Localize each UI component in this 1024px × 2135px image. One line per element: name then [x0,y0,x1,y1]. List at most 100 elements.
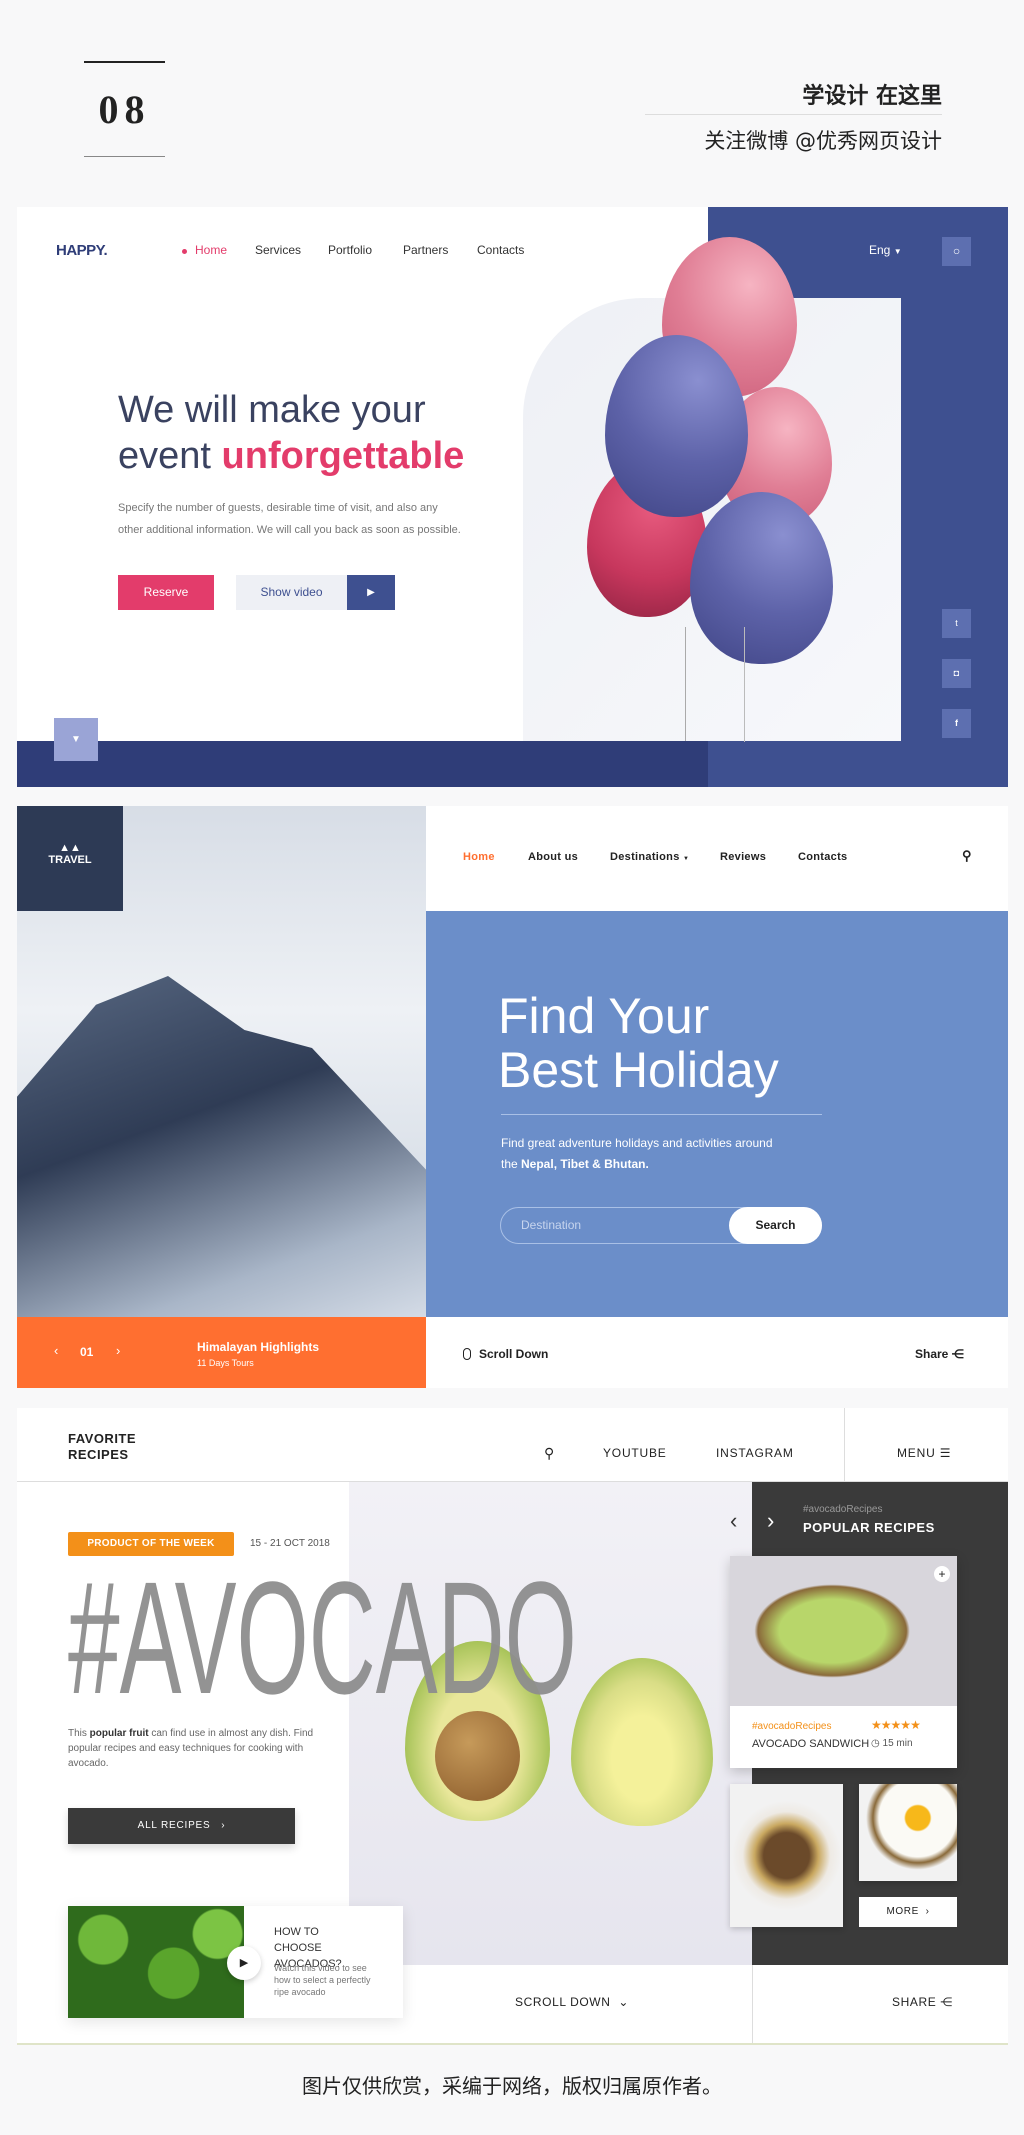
recipe-thumbnail-bowl[interactable] [730,1784,843,1927]
panel-title: POPULAR RECIPES [803,1520,935,1535]
slide-bar: ‹ 01 › Himalayan Highlights 11 Days Tour… [17,1317,426,1388]
more-button[interactable]: MORE › [859,1897,957,1927]
twitter-button[interactable]: t [942,609,971,638]
footer-note: 图片仅供欣赏，采编于网络，版权归属原作者。 [302,2074,722,2098]
nav-destinations-label: Destinations [610,851,680,863]
card-time: ◷ 15 min [871,1738,913,1749]
play-video-button[interactable]: ▶ [227,1946,261,1980]
video-text: Watch this video to see how to select a … [274,1963,371,1997]
product-badge: PRODUCT OF THE WEEK [68,1532,234,1556]
description-line1: Specify the number of guests, desirable … [118,502,438,514]
header-line-top [84,61,165,63]
logo: HAPPY. [56,242,108,259]
star-icon: ★ [910,1718,921,1732]
happy-event-page: ▼ HAPPY. Home Services Portfolio Partner… [17,207,1008,787]
card-tag: #avocadoRecipes [752,1721,832,1732]
more-label: MORE [886,1906,919,1917]
search-icon[interactable]: ⚲ [962,848,972,864]
description-bold: popular fruit [89,1728,149,1739]
share-button[interactable]: Share ⋲ [915,1347,964,1361]
scroll-down-label: Scroll Down [479,1347,549,1361]
next-arrow-icon[interactable]: › [116,1343,120,1358]
header-line-bottom [84,156,165,157]
chevron-down-icon: ▼ [893,247,902,256]
recipe-thumbnail-egg[interactable] [859,1784,957,1881]
nav-instagram[interactable]: INSTAGRAM [716,1446,794,1460]
logo-line1: FAVORITE [68,1431,137,1446]
mountain-logo-icon: ▲▲ [59,842,81,854]
play-icon: ▶ [367,587,375,598]
star-icon: ★ [880,1718,892,1732]
prev-arrow-icon[interactable]: ‹ [54,1343,58,1358]
prev-arrow-icon[interactable]: ‹ [730,1508,737,1534]
nav-contacts[interactable]: Contacts [477,243,524,257]
card-title: AVOCADO SANDWICH [752,1738,870,1750]
issue-number: 08 [98,87,151,132]
share-label: SHARE [892,1995,937,2009]
scroll-down-button[interactable]: ▼ [54,718,98,761]
nav-destinations[interactable]: Destinations ▼ [610,851,689,863]
slide-title[interactable]: Himalayan Highlights [197,1340,319,1354]
nav-services[interactable]: Services [255,243,301,257]
travel-page: ▲▲ TRAVEL Home About us Destinations ▼ R… [17,806,1008,1388]
play-button[interactable]: ▶ [347,575,395,610]
nav-partners[interactable]: Partners [403,243,448,257]
slogan-divider [645,114,942,115]
hero-description: Find great adventure holidays and activi… [501,1133,773,1175]
description-bold: Nepal, Tibet & Bhutan. [521,1157,649,1171]
hero-title: We will make your event unforgettable [118,387,464,479]
scroll-down[interactable]: Scroll Down [463,1347,548,1361]
logo-line2: RECIPES [68,1447,129,1462]
chevron-right-icon: › [221,1820,226,1831]
avocado-toast-image [730,1556,957,1706]
panel-tag: #avocadoRecipes [803,1504,883,1515]
avocado-half [571,1658,713,1826]
all-recipes-label: ALL RECIPES [137,1820,211,1831]
facebook-button[interactable]: f [942,709,971,738]
star-icon: ★ [900,1718,911,1732]
rating-stars: ★★★★★ [871,1718,921,1732]
reserve-button[interactable]: Reserve [118,575,214,610]
video-card[interactable]: ▶ HOW TO CHOOSE AVOCADOS? Watch this vid… [68,1906,403,2018]
clock-icon: ◷ [871,1738,880,1749]
nav-portfolio[interactable]: Portfolio [328,243,372,257]
play-icon: ▶ [239,1957,249,1969]
mouse-icon [463,1348,471,1360]
card-time-label: 15 min [882,1738,913,1749]
menu-button[interactable]: MENU ☰ [897,1446,951,1460]
share-button[interactable]: SHARE ⋲ [892,1995,953,2009]
all-recipes-button[interactable]: ALL RECIPES › [68,1808,295,1844]
search-button[interactable]: ○ [942,237,971,266]
show-video-button[interactable]: Show video [236,575,347,610]
next-arrow-icon[interactable]: › [767,1508,774,1534]
nav-active-dot [182,249,187,254]
language-select[interactable]: Eng ▼ [869,243,902,257]
hero-description: This popular fruit can find use in almos… [68,1726,318,1771]
search-icon[interactable]: ⚲ [544,1445,554,1462]
hamburger-icon: ☰ [939,1446,952,1460]
nav-about[interactable]: About us [528,851,578,863]
instagram-button[interactable]: ◘ [942,659,971,688]
logo-text: TRAVEL [48,854,92,866]
nav-home[interactable]: Home [463,851,495,863]
slide-subtitle: 11 Days Tours [197,1358,254,1368]
star-icon: ★ [871,1718,882,1732]
share-label: Share [915,1347,949,1361]
instagram-icon: ◘ [953,668,960,678]
hero-title: #AVOCADO [68,1548,577,1727]
nav-reviews[interactable]: Reviews [720,851,766,863]
scroll-down[interactable]: SCROLL DOWN ⌄ [515,1995,629,2009]
nav-home[interactable]: Home [195,243,227,257]
share-icon: ⋲ [940,1995,953,2009]
add-button[interactable]: + [934,1566,950,1582]
nav-contacts[interactable]: Contacts [798,851,847,863]
balloon-strings [685,627,745,742]
facebook-icon: f [955,718,958,728]
share-icon: ⋲ [951,1347,964,1361]
recipe-card[interactable]: + #avocadoRecipes AVOCADO SANDWICH ★★★★★… [730,1556,957,1768]
logo-text: HAPPY. [56,242,108,259]
nav-youtube[interactable]: YOUTUBE [603,1446,667,1460]
hero-title-highlight: unforgettable [221,435,465,477]
follow-text: 关注微博 @优秀网页设计 [704,129,942,153]
search-button[interactable]: Search [729,1207,822,1244]
